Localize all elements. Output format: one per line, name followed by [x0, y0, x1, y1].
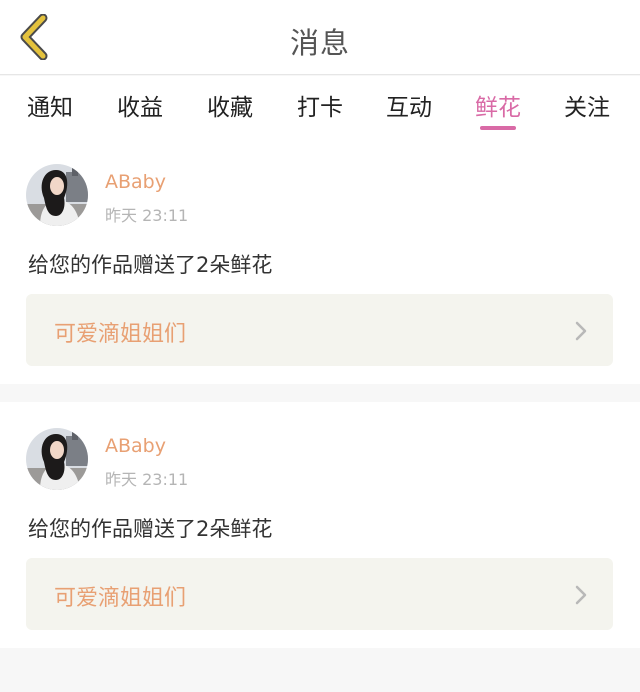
tab-label: 打卡 [297, 95, 343, 121]
tab-label: 鲜花 [475, 95, 521, 121]
tab-following[interactable]: 关注 [552, 88, 622, 132]
avatar-image [26, 428, 88, 490]
tab-interactions[interactable]: 互动 [374, 88, 444, 132]
avatar-image [26, 164, 88, 226]
tab-label: 通知 [27, 95, 73, 121]
work-link-button[interactable]: 可爱滴姐姐们 [26, 294, 613, 366]
tab-checkin[interactable]: 打卡 [285, 88, 355, 132]
page-title: 消息 [289, 26, 350, 60]
work-link-button[interactable]: 可爱滴姐姐们 [26, 558, 613, 630]
message-text: 给您的作品赠送了2朵鲜花 [28, 517, 273, 541]
tab-earnings[interactable]: 收益 [105, 88, 175, 132]
message-text: 给您的作品赠送了2朵鲜花 [28, 253, 273, 277]
tab-notifications[interactable]: 通知 [15, 88, 85, 132]
work-title: 可爱滴姐姐们 [54, 586, 187, 611]
tab-label: 收藏 [207, 95, 253, 121]
tab-flowers[interactable]: 鲜花 [463, 88, 533, 132]
tab-label: 关注 [564, 95, 610, 121]
avatar[interactable] [26, 428, 88, 490]
tab-label: 收益 [117, 95, 163, 121]
chevron-right-icon [575, 321, 587, 341]
message-card: ABaby 昨天 23:11 给您的作品赠送了2朵鲜花 可爱滴姐姐们 [0, 402, 640, 648]
tab-bar: 通知 收益 收藏 打卡 互动 鲜花 关注 [0, 76, 640, 138]
header-bar: 消息 [0, 0, 640, 75]
timestamp: 昨天 23:11 [105, 206, 189, 225]
timestamp: 昨天 23:11 [105, 470, 189, 489]
chevron-right-icon [575, 585, 587, 605]
username-link[interactable]: ABaby [105, 171, 166, 193]
message-card: ABaby 昨天 23:11 给您的作品赠送了2朵鲜花 可爱滴姐姐们 [0, 138, 640, 384]
avatar[interactable] [26, 164, 88, 226]
active-tab-indicator [480, 126, 516, 130]
tab-favorites[interactable]: 收藏 [195, 88, 265, 132]
tab-label: 互动 [386, 95, 432, 121]
username-link[interactable]: ABaby [105, 435, 166, 457]
work-title: 可爱滴姐姐们 [54, 322, 187, 347]
